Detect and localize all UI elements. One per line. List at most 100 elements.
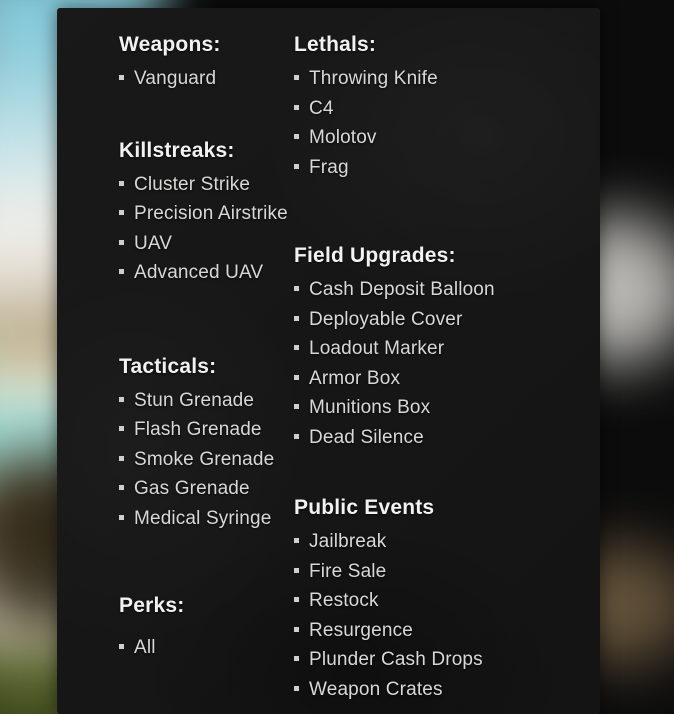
list-item[interactable]: Vanguard: [119, 64, 294, 94]
list-item-label: Armor Box: [309, 367, 401, 389]
square-bullet-icon: [119, 455, 124, 461]
perks-list: All: [119, 633, 294, 663]
list-item[interactable]: Frag: [294, 153, 600, 183]
square-bullet-icon: [119, 269, 124, 274]
square-bullet-icon: [119, 426, 124, 431]
square-bullet-icon: [119, 210, 124, 215]
list-item-label: Fire Sale: [309, 560, 387, 582]
square-bullet-icon: [294, 626, 299, 632]
list-item[interactable]: Armor Box: [294, 364, 600, 394]
lethals-list: Throwing Knife C4 Molotov Frag: [294, 64, 600, 182]
list-item[interactable]: Throwing Knife: [294, 64, 600, 94]
list-item-label: Deployable Cover: [309, 308, 463, 330]
list-item-label: Advanced UAV: [134, 262, 264, 283]
list-item[interactable]: Precision Airstrike: [119, 199, 294, 229]
public-events-heading: Public Events: [294, 496, 435, 519]
section-public-events: Public Events Jailbreak Fire Sale Restoc…: [294, 497, 600, 704]
killstreaks-list: Cluster Strike Precision Airstrike UAV A…: [119, 170, 294, 288]
list-item-label: Restock: [309, 590, 379, 611]
square-bullet-icon: [294, 75, 299, 80]
list-item[interactable]: Medical Syringe: [119, 504, 294, 534]
list-item-label: Loadout Marker: [309, 338, 445, 359]
square-bullet-icon: [119, 644, 124, 649]
list-item[interactable]: Loadout Marker: [294, 334, 600, 364]
square-bullet-icon: [294, 163, 299, 169]
list-item-label: Cluster Strike: [134, 173, 251, 195]
loadout-overlay-panel: Weapons: Vanguard Killstreaks: Cluster S…: [57, 8, 600, 714]
section-perks: Perks: All: [119, 595, 294, 663]
section-killstreaks: Killstreaks: Cluster Strike Precision Ai…: [119, 140, 294, 288]
square-bullet-icon: [294, 286, 299, 291]
perks-heading: Perks:: [119, 594, 185, 617]
square-bullet-icon: [294, 656, 299, 661]
tacticals-list: Stun Grenade Flash Grenade Smoke Grenade…: [119, 386, 294, 534]
list-item-label: All: [134, 637, 156, 658]
square-bullet-icon: [294, 567, 299, 573]
list-item[interactable]: Munitions Box: [294, 393, 600, 423]
square-bullet-icon: [119, 485, 124, 490]
list-item-label: Cash Deposit Balloon: [309, 279, 495, 300]
tacticals-heading: Tacticals:: [119, 354, 217, 378]
list-item[interactable]: Deployable Cover: [294, 305, 600, 335]
square-bullet-icon: [294, 134, 299, 139]
list-item-label: C4: [309, 97, 334, 119]
list-item-label: Medical Syringe: [134, 507, 272, 529]
square-bullet-icon: [119, 239, 124, 245]
list-item[interactable]: Molotov: [294, 123, 600, 153]
square-bullet-icon: [294, 104, 299, 110]
list-item-label: Precision Airstrike: [134, 203, 288, 224]
square-bullet-icon: [119, 514, 124, 520]
square-bullet-icon: [294, 374, 299, 380]
right-column: Lethals: Throwing Knife C4 Molotov Frag …: [294, 34, 600, 714]
list-item-label: Weapon Crates: [309, 678, 443, 700]
list-item[interactable]: Flash Grenade: [119, 415, 294, 445]
field-upgrades-heading: Field Upgrades:: [294, 244, 456, 267]
weapons-list: Vanguard: [119, 64, 294, 94]
square-bullet-icon: [119, 180, 124, 186]
list-item[interactable]: Advanced UAV: [119, 258, 294, 288]
square-bullet-icon: [294, 345, 299, 350]
list-item-label: UAV: [134, 232, 173, 254]
square-bullet-icon: [294, 433, 299, 439]
field-upgrades-list: Cash Deposit Balloon Deployable Cover Lo…: [294, 275, 600, 452]
list-item-label: Dead Silence: [309, 426, 424, 448]
list-item[interactable]: Weapon Crates: [294, 675, 600, 705]
weapons-heading: Weapons:: [119, 33, 221, 56]
list-item[interactable]: Plunder Cash Drops: [294, 645, 600, 675]
list-item-label: Resurgence: [309, 619, 413, 641]
list-item[interactable]: Restock: [294, 586, 600, 616]
list-item-label: Plunder Cash Drops: [309, 649, 483, 670]
list-item[interactable]: Cash Deposit Balloon: [294, 275, 600, 305]
list-item-label: Smoke Grenade: [134, 448, 275, 470]
list-item[interactable]: Resurgence: [294, 616, 600, 646]
list-item[interactable]: Cluster Strike: [119, 170, 294, 200]
square-bullet-icon: [294, 597, 299, 602]
section-field-upgrades: Field Upgrades: Cash Deposit Balloon Dep…: [294, 245, 600, 452]
list-item-label: Molotov: [309, 127, 377, 148]
square-bullet-icon: [294, 538, 299, 543]
list-item-label: Gas Grenade: [134, 478, 250, 499]
list-item[interactable]: Gas Grenade: [119, 474, 294, 504]
list-item[interactable]: Fire Sale: [294, 557, 600, 587]
list-item[interactable]: C4: [294, 94, 600, 124]
public-events-list: Jailbreak Fire Sale Restock Resurgence P…: [294, 527, 600, 704]
section-weapons: Weapons: Vanguard: [119, 34, 294, 94]
list-item[interactable]: Smoke Grenade: [119, 445, 294, 475]
section-lethals: Lethals: Throwing Knife C4 Molotov Frag: [294, 34, 600, 182]
list-item[interactable]: Jailbreak: [294, 527, 600, 557]
square-bullet-icon: [119, 75, 124, 80]
list-item[interactable]: All: [119, 633, 294, 663]
killstreaks-heading: Killstreaks:: [119, 138, 235, 162]
list-item[interactable]: Dead Silence: [294, 423, 600, 453]
list-item[interactable]: UAV: [119, 229, 294, 259]
list-item[interactable]: Stun Grenade: [119, 386, 294, 416]
list-item-label: Stun Grenade: [134, 389, 255, 411]
square-bullet-icon: [119, 396, 124, 402]
list-item-label: Vanguard: [134, 68, 217, 89]
square-bullet-icon: [294, 315, 299, 321]
